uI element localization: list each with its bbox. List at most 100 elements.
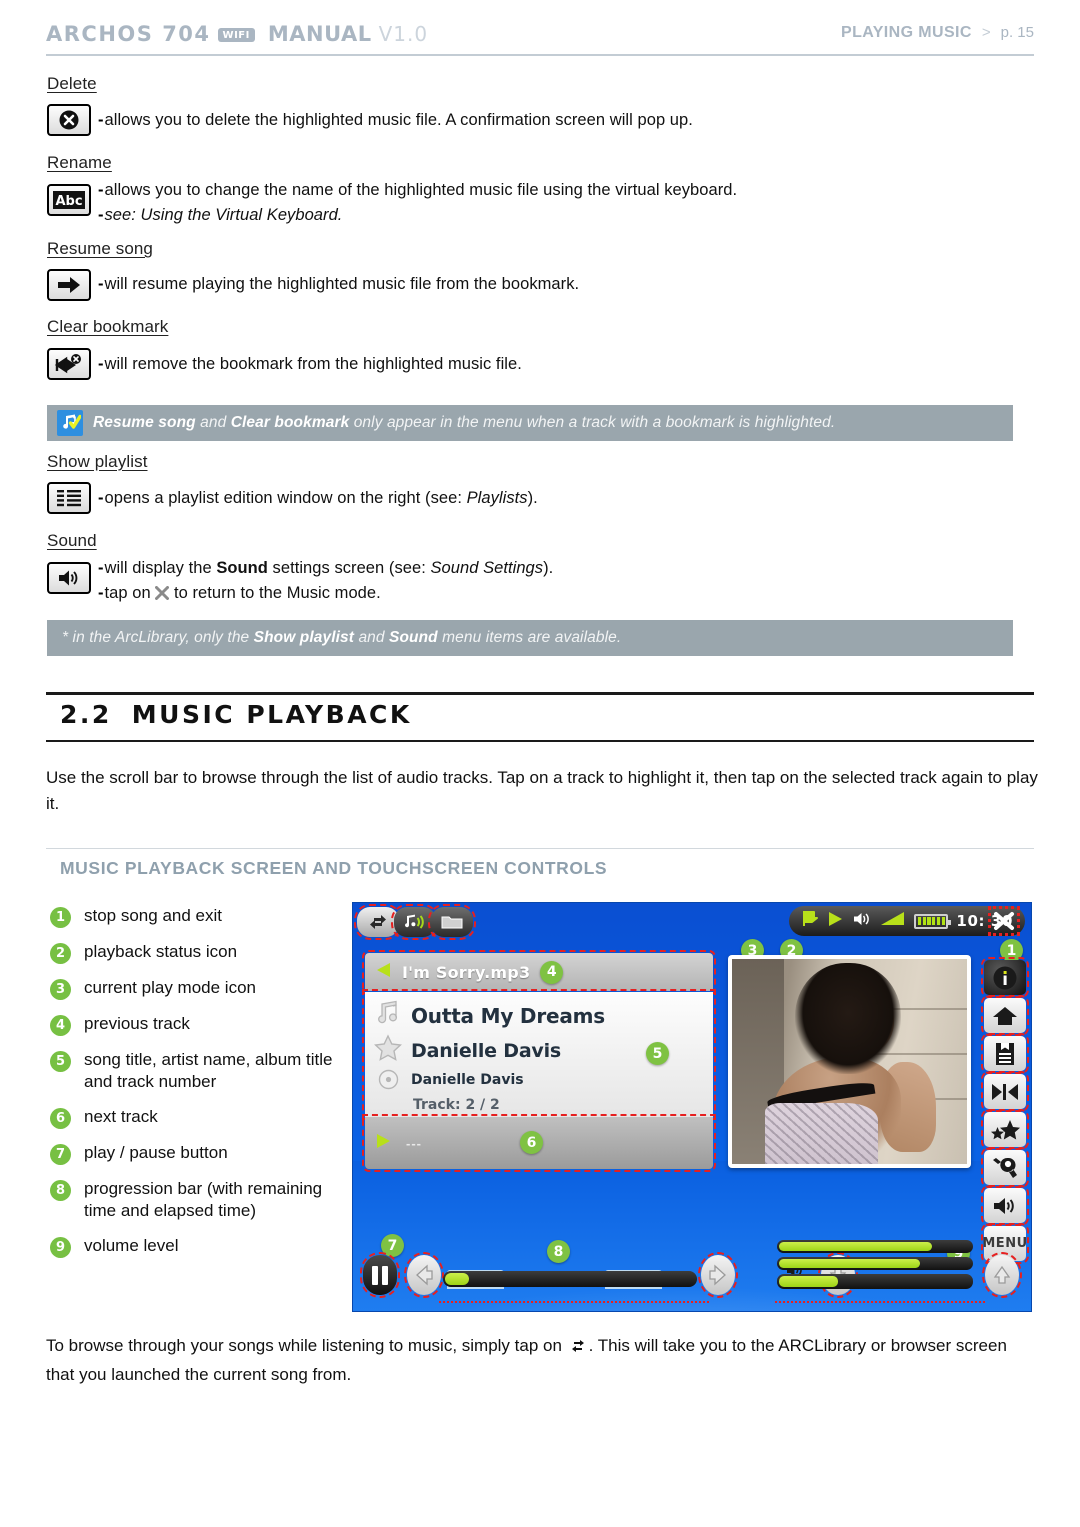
info-icon[interactable] bbox=[981, 957, 1029, 998]
speaker-icon bbox=[47, 562, 91, 594]
legend-label: current play mode icon bbox=[84, 978, 256, 997]
callout-number-8: 8 bbox=[547, 1240, 570, 1263]
desc-line: allows you to change the name of the hig… bbox=[104, 181, 738, 199]
section-number: 2.2 bbox=[60, 700, 112, 729]
play-pause-button[interactable] bbox=[360, 1252, 400, 1298]
section-intro-paragraph: Use the scroll bar to browse through the… bbox=[46, 768, 1038, 813]
volume-bar[interactable] bbox=[777, 1240, 973, 1253]
callout-number-6: 6 bbox=[520, 1131, 543, 1154]
page-title: 2.2 MUSIC PLAYBACK bbox=[60, 700, 412, 729]
abc-keyboard-icon: Abc bbox=[47, 184, 91, 216]
legend-badge: 7 bbox=[50, 1144, 71, 1165]
speaker-icon bbox=[852, 910, 872, 933]
music-sound-icon[interactable] bbox=[391, 904, 439, 940]
closing-paragraph: To browse through your songs while liste… bbox=[46, 1333, 1038, 1388]
legend-badge: 3 bbox=[50, 979, 71, 1000]
page-number: p. 15 bbox=[1000, 24, 1034, 41]
menu-item-desc-rename: - allows you to change the name of the hi… bbox=[98, 181, 738, 224]
list-item: 6 next track bbox=[50, 1106, 350, 1129]
artist-name: Danielle Davis bbox=[411, 1039, 562, 1062]
list-item: 3 current play mode icon bbox=[50, 977, 350, 1000]
note-bar-bookmark: Resume song and Clear bookmark only appe… bbox=[47, 405, 1013, 441]
volume-bar[interactable] bbox=[777, 1257, 973, 1270]
next-track-strip[interactable]: --- 6 bbox=[362, 1114, 716, 1172]
device-sidebar: MENU bbox=[981, 957, 1029, 1264]
section-rule-top bbox=[46, 692, 1034, 695]
resume-bookmark-icon[interactable] bbox=[981, 1071, 1029, 1112]
menu-item-title-clear-bookmark: Clear bookmark bbox=[47, 317, 169, 336]
disc-icon bbox=[373, 1069, 403, 1090]
star-icon bbox=[373, 1034, 403, 1067]
list-item: 4 previous track bbox=[50, 1013, 350, 1036]
list-item: 1 stop song and exit bbox=[50, 905, 350, 928]
version-label: V1.0 bbox=[378, 22, 429, 46]
song-title: Outta My Dreams bbox=[411, 1003, 605, 1028]
progress-drag-hint bbox=[439, 1301, 709, 1303]
list-item: 2 playback status icon bbox=[50, 941, 350, 964]
legend-badge: 8 bbox=[50, 1180, 71, 1201]
legend-badge: 5 bbox=[50, 1051, 71, 1072]
legend-badge: 9 bbox=[50, 1237, 71, 1258]
now-playing-panel: Outta My Dreams Danielle Davis Danielle … bbox=[362, 989, 716, 1120]
progress-fill bbox=[445, 1273, 469, 1285]
previous-track-strip[interactable]: I'm Sorry.mp3 4 bbox=[362, 950, 716, 994]
manual-title-group: ARCHOS 704 WIFI MANUAL V1.0 bbox=[46, 22, 428, 46]
progress-left-chevron-button[interactable] bbox=[404, 1252, 444, 1298]
device-playback-screenshot: 10: 30 1 3 2 I'm Sorry.mp3 4 Outta My Dr… bbox=[352, 902, 1032, 1312]
left-triangle-icon bbox=[375, 961, 392, 984]
battery-icon bbox=[914, 913, 952, 929]
progression-bar[interactable] bbox=[443, 1267, 697, 1287]
legend-badge: 4 bbox=[50, 1015, 71, 1036]
home-icon[interactable] bbox=[981, 995, 1029, 1036]
wifi-badge: WIFI bbox=[217, 28, 255, 42]
callout-number-4: 4 bbox=[540, 960, 564, 984]
repeat-mode-icon[interactable] bbox=[354, 904, 402, 940]
volume-level-bars[interactable] bbox=[777, 1240, 973, 1293]
manual-label: MANUAL bbox=[267, 22, 372, 46]
progress-right-chevron-button[interactable] bbox=[698, 1252, 738, 1298]
menu-item-title-delete: Delete bbox=[47, 74, 97, 93]
breadcrumb-separator: > bbox=[981, 24, 991, 41]
album-row: Danielle Davis bbox=[373, 1069, 713, 1090]
volume-up-button[interactable] bbox=[982, 1252, 1022, 1298]
desc-line: allows you to delete the highlighted mus… bbox=[104, 111, 693, 129]
breadcrumb-section: PLAYING MUSIC bbox=[841, 24, 972, 41]
svg-text:Abc: Abc bbox=[55, 194, 82, 209]
bookmark-flag-icon bbox=[801, 909, 819, 933]
browse-shuffle-icon bbox=[570, 1336, 586, 1362]
closing-text-before: To browse through your songs while liste… bbox=[46, 1336, 562, 1355]
menu-item-title-resume-song: Resume song bbox=[47, 239, 153, 258]
desc-line: will resume playing the highlighted musi… bbox=[104, 275, 580, 293]
resume-arrow-icon bbox=[47, 269, 91, 301]
note-bar-arclibrary: * in the ArcLibrary, only the Show playl… bbox=[47, 620, 1013, 656]
album-art-photo bbox=[732, 959, 967, 1164]
page-header: ARCHOS 704 WIFI MANUAL V1.0 PLAYING MUSI… bbox=[46, 22, 1034, 56]
music-note-check-icon bbox=[57, 410, 83, 436]
brand-name: ARCHOS 704 bbox=[46, 22, 211, 46]
legend-label: next track bbox=[84, 1107, 158, 1126]
next-track-filename: --- bbox=[406, 1135, 422, 1151]
legend-label: volume level bbox=[84, 1236, 179, 1255]
song-title-row: Outta My Dreams bbox=[373, 999, 713, 1032]
rating-stars-icon[interactable] bbox=[981, 1109, 1029, 1150]
menu-item-desc-sound: - will display the Sound settings screen … bbox=[98, 556, 1028, 608]
callout-number-5: 5 bbox=[646, 1042, 669, 1065]
progress-track bbox=[443, 1271, 697, 1287]
clear-bookmark-icon bbox=[47, 348, 91, 380]
list-item: 5 song title, artist name, album title a… bbox=[50, 1049, 350, 1093]
legend-label: progression bar (with remaining time and… bbox=[84, 1179, 323, 1220]
menu-item-desc-show-playlist: - opens a playlist edition window on the … bbox=[98, 489, 538, 507]
callout-number-1: 1 bbox=[1000, 939, 1023, 962]
volume-bar[interactable] bbox=[777, 1274, 973, 1289]
device-status-bar: 10: 30 bbox=[789, 906, 1025, 936]
menu-item-title-rename: Rename bbox=[47, 153, 112, 172]
wrench-settings-icon[interactable] bbox=[981, 1147, 1029, 1188]
legend-badge: 2 bbox=[50, 943, 71, 964]
desc-line: will remove the bookmark from the highli… bbox=[104, 355, 522, 373]
menu-item-title-sound: Sound bbox=[47, 531, 97, 550]
close-x-icon[interactable] bbox=[988, 906, 1020, 936]
folder-icon[interactable] bbox=[428, 904, 476, 940]
playlist-bookmark-icon[interactable] bbox=[981, 1033, 1029, 1074]
speaker-icon[interactable] bbox=[981, 1185, 1029, 1226]
note-text-bookmark: Resume song and Clear bookmark only appe… bbox=[93, 414, 836, 431]
